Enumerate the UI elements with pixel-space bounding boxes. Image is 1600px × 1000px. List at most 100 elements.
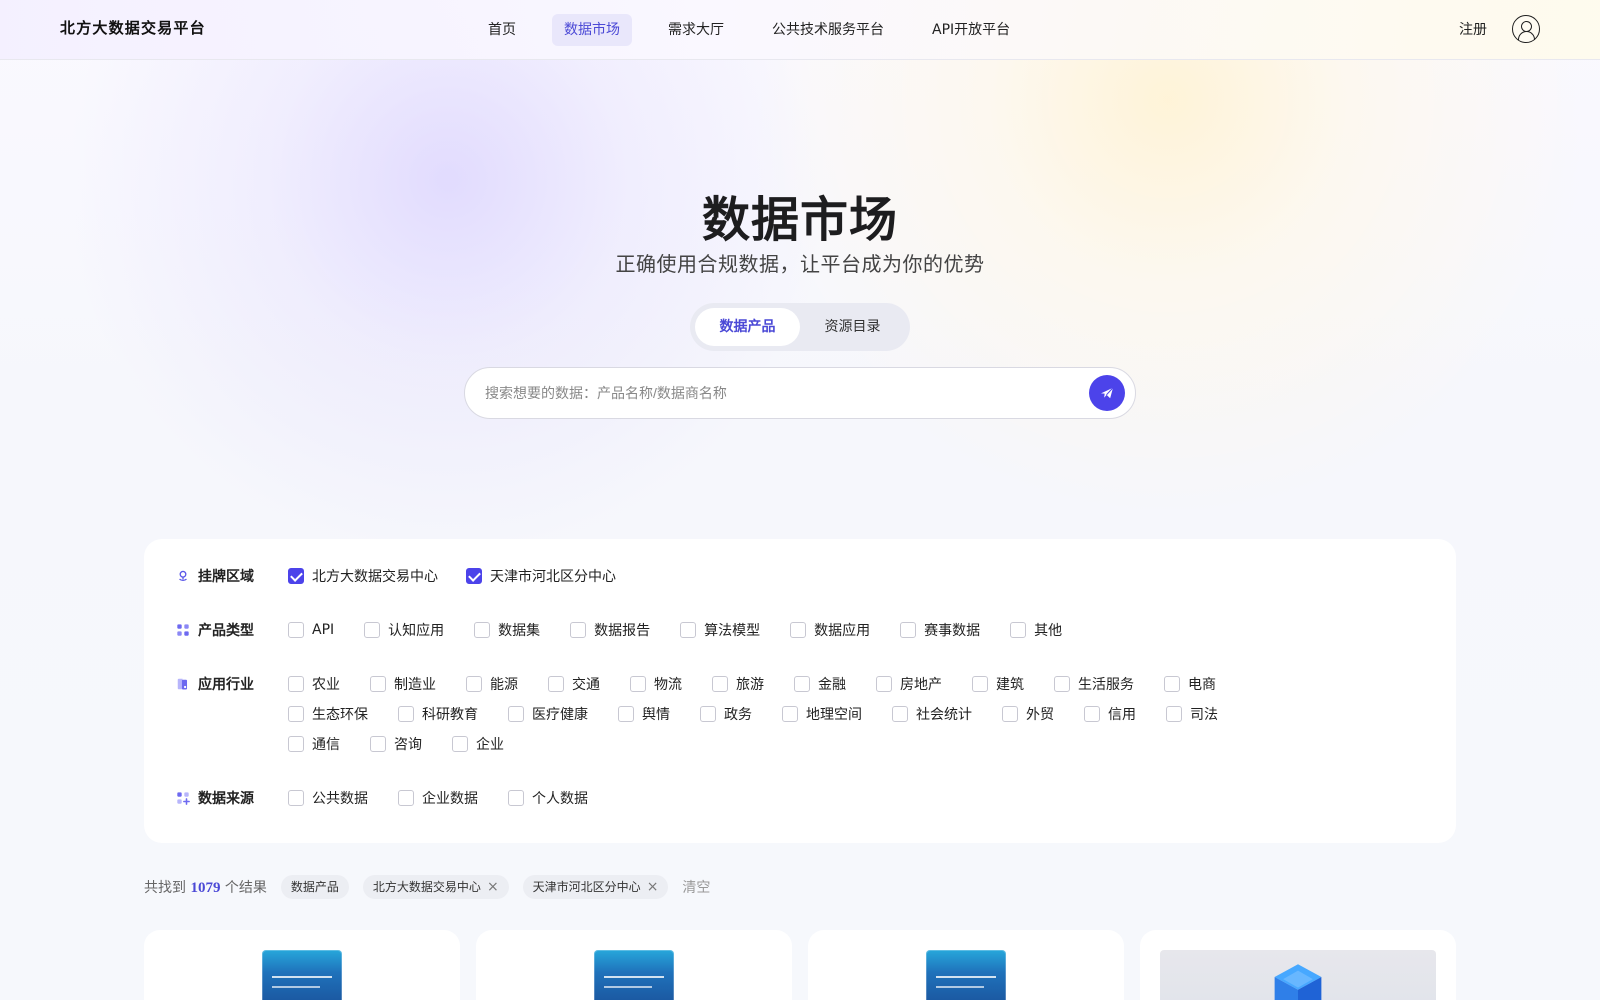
product-cover-image	[926, 950, 1006, 1000]
industry-logistics[interactable]: 物流	[630, 674, 682, 694]
product-type-other[interactable]: 其他	[1010, 620, 1062, 640]
industry-agriculture[interactable]: 农业	[288, 674, 340, 694]
checkbox[interactable]	[452, 736, 468, 752]
industry-government[interactable]: 政务	[700, 704, 752, 724]
brand-logo[interactable]: 北方大数据交易平台	[60, 17, 206, 38]
industry-public-opinion[interactable]: 舆情	[618, 704, 670, 724]
checkbox[interactable]	[700, 706, 716, 722]
checkbox[interactable]	[630, 676, 646, 692]
industry-tourism[interactable]: 旅游	[712, 674, 764, 694]
industry-geospatial[interactable]: 地理空间	[782, 704, 862, 724]
product-type-competition-data[interactable]: 赛事数据	[900, 620, 980, 640]
checkbox[interactable]	[288, 706, 304, 722]
tab-data-products[interactable]: 数据产品	[695, 308, 800, 346]
industry-manufacturing[interactable]: 制造业	[370, 674, 436, 694]
nav-api-platform[interactable]: API开放平台	[920, 14, 1022, 46]
product-card[interactable]	[1140, 930, 1456, 1000]
region-option-north[interactable]: 北方大数据交易中心	[288, 566, 438, 586]
search-submit-button[interactable]	[1089, 375, 1125, 411]
industry-statistics[interactable]: 社会统计	[892, 704, 972, 724]
source-enterprise-data[interactable]: 企业数据	[398, 788, 478, 808]
product-type-api[interactable]: API	[288, 620, 334, 640]
industry-real-estate[interactable]: 房地产	[876, 674, 942, 694]
checkbox[interactable]	[288, 736, 304, 752]
nav-demand-hall[interactable]: 需求大厅	[656, 14, 736, 46]
source-personal-data[interactable]: 个人数据	[508, 788, 588, 808]
checkbox[interactable]	[680, 622, 697, 638]
main-nav: 首页 数据市场 需求大厅 公共技术服务平台 API开放平台	[476, 14, 1022, 46]
checkbox[interactable]	[466, 676, 482, 692]
checkbox[interactable]	[892, 706, 908, 722]
product-type-cognitive-app[interactable]: 认知应用	[364, 620, 444, 640]
industry-finance[interactable]: 金融	[794, 674, 846, 694]
clear-filters-button[interactable]: 清空	[682, 877, 710, 897]
checkbox[interactable]	[1054, 676, 1070, 692]
checkbox[interactable]	[508, 790, 524, 806]
product-card[interactable]	[144, 930, 460, 1000]
product-card[interactable]	[808, 930, 1124, 1000]
register-link[interactable]: 注册	[1459, 19, 1487, 39]
user-icon[interactable]	[1512, 15, 1540, 43]
checkbox[interactable]	[1002, 706, 1018, 722]
checkbox[interactable]	[876, 676, 892, 692]
checkbox-checked[interactable]	[466, 568, 482, 584]
filter-chip-tianjin-center[interactable]: 天津市河北区分中心 ×	[522, 875, 669, 899]
checkbox[interactable]	[618, 706, 634, 722]
checkbox[interactable]	[370, 736, 386, 752]
checkbox[interactable]	[288, 622, 304, 638]
search-input[interactable]	[483, 368, 1073, 418]
checkbox[interactable]	[900, 622, 917, 638]
checkbox[interactable]	[370, 676, 386, 692]
nav-data-market[interactable]: 数据市场	[552, 14, 632, 46]
checkbox[interactable]	[474, 622, 491, 638]
region-option-tianjin[interactable]: 天津市河北区分中心	[466, 566, 616, 586]
checkbox[interactable]	[508, 706, 524, 722]
checkbox[interactable]	[570, 622, 587, 638]
industry-credit[interactable]: 信用	[1084, 704, 1136, 724]
checkbox[interactable]	[794, 676, 810, 692]
source-public-data[interactable]: 公共数据	[288, 788, 368, 808]
filter-chip-data-products[interactable]: 数据产品	[280, 875, 349, 899]
industry-ecommerce[interactable]: 电商	[1164, 674, 1216, 694]
checkbox-checked[interactable]	[288, 568, 304, 584]
checkbox[interactable]	[364, 622, 381, 638]
option-label: 电商	[1188, 677, 1216, 693]
product-type-data-report[interactable]: 数据报告	[570, 620, 650, 640]
tab-resource-catalog[interactable]: 资源目录	[800, 308, 905, 346]
industry-telecom[interactable]: 通信	[288, 734, 340, 754]
product-card[interactable]	[476, 930, 792, 1000]
checkbox[interactable]	[288, 790, 304, 806]
industry-energy[interactable]: 能源	[466, 674, 518, 694]
checkbox[interactable]	[1164, 676, 1180, 692]
industry-consulting[interactable]: 咨询	[370, 734, 422, 754]
product-type-algorithm-model[interactable]: 算法模型	[680, 620, 760, 640]
industry-eco-env[interactable]: 生态环保	[288, 704, 368, 724]
industry-transport[interactable]: 交通	[548, 674, 600, 694]
checkbox[interactable]	[288, 676, 304, 692]
checkbox[interactable]	[548, 676, 564, 692]
checkbox[interactable]	[398, 706, 414, 722]
close-icon[interactable]: ×	[647, 880, 659, 894]
product-type-data-app[interactable]: 数据应用	[790, 620, 870, 640]
industry-life-services[interactable]: 生活服务	[1054, 674, 1134, 694]
nav-home[interactable]: 首页	[476, 14, 528, 46]
checkbox[interactable]	[1010, 622, 1027, 638]
product-type-dataset[interactable]: 数据集	[474, 620, 540, 640]
checkbox[interactable]	[790, 622, 807, 638]
industry-healthcare[interactable]: 医疗健康	[508, 704, 588, 724]
checkbox[interactable]	[972, 676, 988, 692]
checkbox[interactable]	[712, 676, 728, 692]
checkbox[interactable]	[782, 706, 798, 722]
checkbox[interactable]	[1166, 706, 1182, 722]
filter-chip-north-center[interactable]: 北方大数据交易中心 ×	[362, 875, 509, 899]
nav-public-tech-platform[interactable]: 公共技术服务平台	[760, 14, 896, 46]
industry-judicial[interactable]: 司法	[1166, 704, 1218, 724]
close-icon[interactable]: ×	[487, 880, 499, 894]
industry-construction[interactable]: 建筑	[972, 674, 1024, 694]
option-label: 其他	[1034, 623, 1063, 639]
checkbox[interactable]	[1084, 706, 1100, 722]
checkbox[interactable]	[398, 790, 414, 806]
industry-research-edu[interactable]: 科研教育	[398, 704, 478, 724]
industry-enterprise[interactable]: 企业	[452, 734, 504, 754]
industry-foreign-trade[interactable]: 外贸	[1002, 704, 1054, 724]
